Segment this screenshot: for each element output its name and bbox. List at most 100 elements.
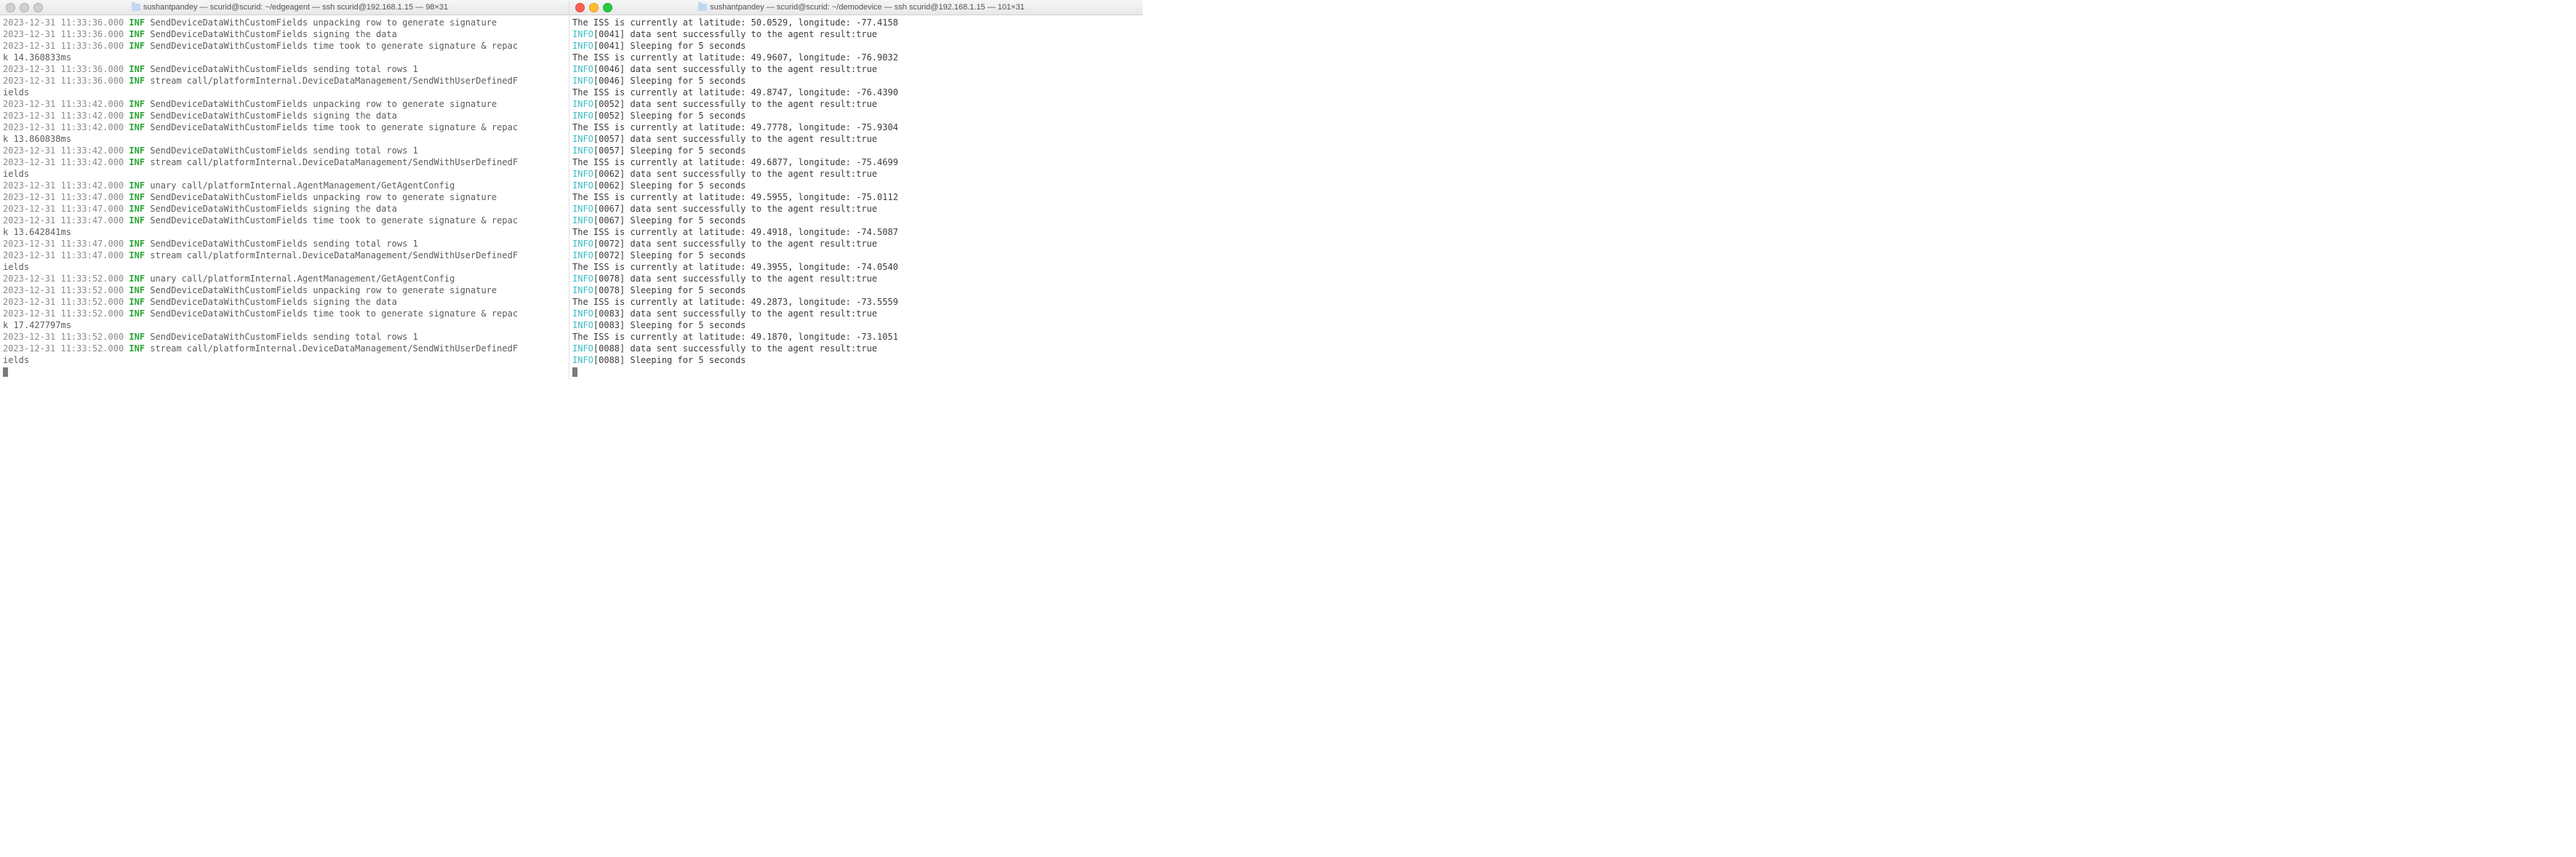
log-level: INFO: [572, 274, 593, 284]
log-level: INFO: [572, 180, 593, 191]
log-wrap: ields: [3, 87, 29, 97]
log-message: stream call/platformInternal.DeviceDataM…: [150, 250, 518, 260]
log-level: INFO: [572, 111, 593, 121]
log-message: SendDeviceDataWithCustomFields sending t…: [150, 146, 417, 156]
log-timestamp: 2023-12-31 11:33:36.000: [3, 17, 124, 28]
close-icon[interactable]: [575, 3, 585, 12]
log-timestamp: 2023-12-31 11:33:52.000: [3, 332, 124, 342]
log-level: INF: [129, 285, 145, 295]
log-tag: [0046]: [593, 76, 631, 86]
log-message: data sent successfully to the agent resu…: [630, 29, 877, 39]
log-level: INF: [129, 64, 145, 74]
log-level: INFO: [572, 250, 593, 260]
log-tag: [0057]: [593, 146, 631, 156]
log-tag: [0088]: [593, 343, 631, 354]
minimize-icon[interactable]: [20, 3, 29, 12]
log-wrap: k 14.360833ms: [3, 52, 71, 63]
window-title-left: sushantpandey — scurid@scurid: ~/edgeage…: [143, 3, 448, 12]
close-icon[interactable]: [6, 3, 15, 12]
zoom-icon[interactable]: [603, 3, 612, 12]
log-level: INFO: [572, 146, 593, 156]
log-level: INFO: [572, 285, 593, 295]
log-timestamp: 2023-12-31 11:33:36.000: [3, 41, 124, 51]
log-plain: The ISS is currently at latitude: 49.960…: [572, 52, 898, 63]
log-tag: [0052]: [593, 111, 631, 121]
log-level: INFO: [572, 215, 593, 226]
traffic-lights-right: [575, 3, 612, 12]
log-message: Sleeping for 5 seconds: [630, 146, 745, 156]
log-level: INF: [129, 122, 145, 132]
log-message: data sent successfully to the agent resu…: [630, 64, 877, 74]
log-message: stream call/platformInternal.DeviceDataM…: [150, 343, 518, 354]
log-level: INFO: [572, 64, 593, 74]
log-message: SendDeviceDataWithCustomFields unpacking…: [150, 17, 497, 28]
title-center-right: sushantpandey — scurid@scurid: ~/demodev…: [618, 3, 1105, 12]
log-message: data sent successfully to the agent resu…: [630, 204, 877, 214]
log-message: SendDeviceDataWithCustomFields unpacking…: [150, 285, 497, 295]
log-wrap: ields: [3, 262, 29, 272]
log-message: Sleeping for 5 seconds: [630, 355, 745, 365]
log-wrap: k 13.860838ms: [3, 134, 71, 144]
terminal-output-right[interactable]: The ISS is currently at latitude: 50.052…: [569, 15, 1143, 380]
log-level: INFO: [572, 320, 593, 330]
log-plain: The ISS is currently at latitude: 49.777…: [572, 122, 898, 132]
log-tag: [0083]: [593, 320, 631, 330]
log-level: INF: [129, 29, 145, 39]
log-plain: The ISS is currently at latitude: 49.687…: [572, 157, 898, 167]
log-message: SendDeviceDataWithCustomFields signing t…: [150, 204, 397, 214]
log-message: stream call/platformInternal.DeviceDataM…: [150, 157, 518, 167]
log-message: unary call/platformInternal.AgentManagem…: [150, 274, 455, 284]
log-level: INFO: [572, 355, 593, 365]
log-timestamp: 2023-12-31 11:33:42.000: [3, 146, 124, 156]
log-timestamp: 2023-12-31 11:33:47.000: [3, 215, 124, 226]
log-timestamp: 2023-12-31 11:33:52.000: [3, 297, 124, 307]
log-level: INFO: [572, 239, 593, 249]
log-timestamp: 2023-12-31 11:33:47.000: [3, 204, 124, 214]
log-message: Sleeping for 5 seconds: [630, 250, 745, 260]
log-level: INF: [129, 239, 145, 249]
log-level: INFO: [572, 99, 593, 109]
log-tag: [0078]: [593, 285, 631, 295]
log-wrap: k 17.427797ms: [3, 320, 71, 330]
log-message: SendDeviceDataWithCustomFields sending t…: [150, 332, 417, 342]
titlebar-right[interactable]: sushantpandey — scurid@scurid: ~/demodev…: [569, 0, 1143, 15]
log-message: Sleeping for 5 seconds: [630, 41, 745, 51]
log-message: data sent successfully to the agent resu…: [630, 99, 877, 109]
log-level: INF: [129, 41, 145, 51]
log-plain: The ISS is currently at latitude: 50.052…: [572, 17, 898, 28]
log-tag: [0078]: [593, 274, 631, 284]
log-level: INFO: [572, 343, 593, 354]
log-message: unary call/platformInternal.AgentManagem…: [150, 180, 455, 191]
log-level: INFO: [572, 134, 593, 144]
log-level: INF: [129, 111, 145, 121]
log-message: data sent successfully to the agent resu…: [630, 169, 877, 179]
log-tag: [0041]: [593, 29, 631, 39]
log-timestamp: 2023-12-31 11:33:47.000: [3, 192, 124, 202]
log-level: INF: [129, 250, 145, 260]
zoom-icon[interactable]: [33, 3, 43, 12]
log-plain: The ISS is currently at latitude: 49.187…: [572, 332, 898, 342]
log-plain: The ISS is currently at latitude: 49.595…: [572, 192, 898, 202]
folder-icon: [698, 4, 707, 11]
log-level: INFO: [572, 169, 593, 179]
log-level: INF: [129, 157, 145, 167]
log-message: SendDeviceDataWithCustomFields signing t…: [150, 29, 397, 39]
log-message: SendDeviceDataWithCustomFields sending t…: [150, 64, 417, 74]
log-message: SendDeviceDataWithCustomFields signing t…: [150, 111, 397, 121]
log-message: Sleeping for 5 seconds: [630, 111, 745, 121]
cursor-block: [3, 367, 8, 377]
log-tag: [0067]: [593, 204, 631, 214]
titlebar-left[interactable]: sushantpandey — scurid@scurid: ~/edgeage…: [0, 0, 569, 15]
log-tag: [0062]: [593, 180, 631, 191]
log-timestamp: 2023-12-31 11:33:47.000: [3, 250, 124, 260]
log-timestamp: 2023-12-31 11:33:52.000: [3, 308, 124, 319]
terminal-output-left[interactable]: 2023-12-31 11:33:36.000 INF SendDeviceDa…: [0, 15, 569, 380]
log-message: Sleeping for 5 seconds: [630, 215, 745, 226]
minimize-icon[interactable]: [589, 3, 599, 12]
log-timestamp: 2023-12-31 11:33:36.000: [3, 76, 124, 86]
log-level: INF: [129, 332, 145, 342]
log-tag: [0057]: [593, 134, 631, 144]
log-level: INF: [129, 215, 145, 226]
window-title-right: sushantpandey — scurid@scurid: ~/demodev…: [710, 3, 1025, 12]
log-message: data sent successfully to the agent resu…: [630, 343, 877, 354]
